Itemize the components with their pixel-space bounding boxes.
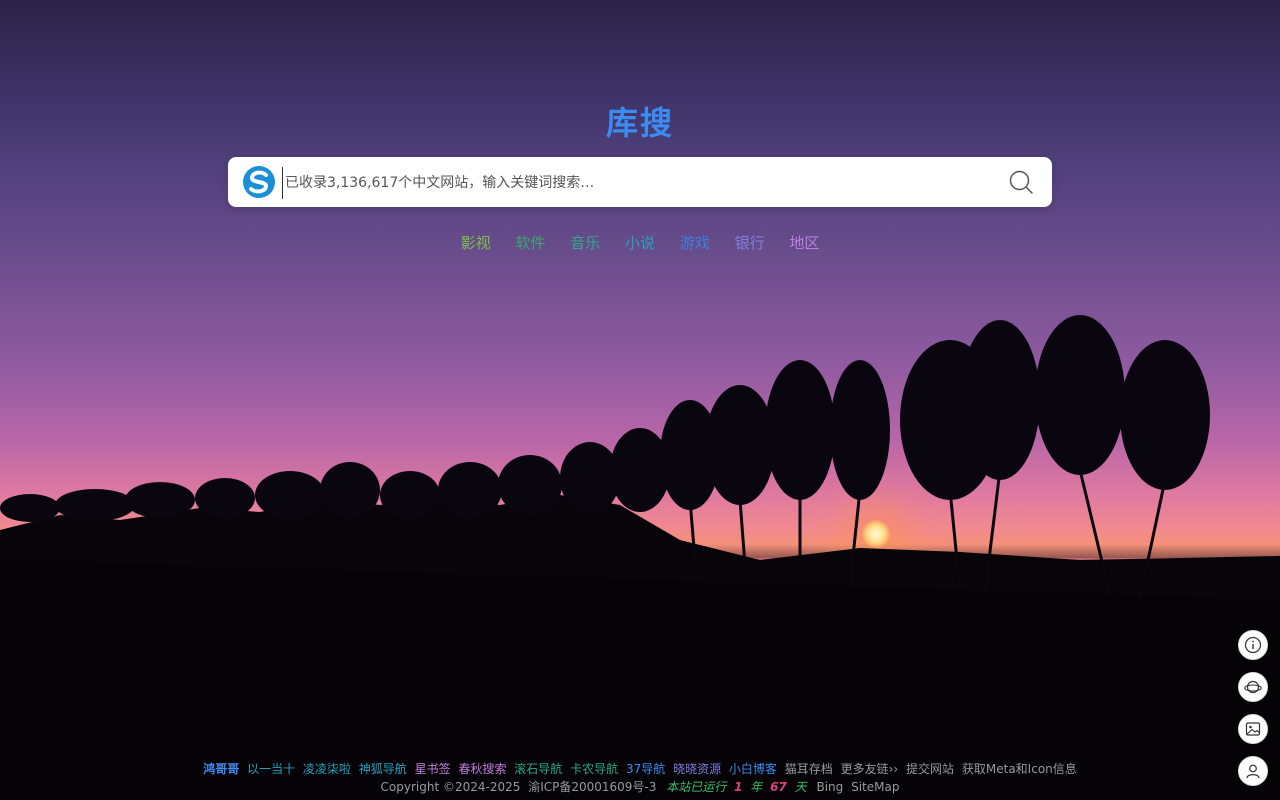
footer-link[interactable]: 鸿哥哥 (203, 762, 239, 776)
footer-link[interactable]: 以一当十 (247, 762, 295, 776)
site-title: 库搜 (605, 104, 674, 142)
runtime-prefix: 本站已运行 (666, 780, 727, 794)
runtime-days: 67 (770, 780, 787, 794)
footer-link[interactable]: 卡农导航 (570, 762, 618, 776)
runtime-year-unit: 年 (750, 780, 763, 794)
search-input[interactable] (282, 167, 987, 199)
footer-link[interactable]: 神狐导航 (359, 762, 407, 776)
footer-link[interactable]: 春秋搜索 (458, 762, 506, 776)
planet-button[interactable] (1238, 672, 1268, 702)
footer-link[interactable]: 滚石导航 (514, 762, 562, 776)
copyright-text: Copyright ©2024-2025 (380, 780, 521, 794)
category-bank[interactable]: 银行 (735, 232, 765, 253)
footer-link[interactable]: 凌凌柒啦 (303, 762, 351, 776)
planet-icon (1244, 680, 1262, 694)
runtime-counter: 本站已运行 1 年 67 天 (664, 780, 808, 794)
category-software[interactable]: 软件 (515, 232, 545, 253)
footer-links: 鸿哥哥 以一当十 凌凌柒啦 神狐导航 星书签 春秋搜索 滚石导航 卡农导航 37… (0, 760, 1280, 777)
category-film[interactable]: 影视 (461, 232, 491, 253)
footer-link-meta[interactable]: 获取Meta和Icon信息 (962, 762, 1077, 776)
footer-link[interactable]: 小白博客 (729, 762, 777, 776)
category-music[interactable]: 音乐 (570, 232, 600, 253)
footer-link[interactable]: 37导航 (626, 762, 665, 776)
category-novel[interactable]: 小说 (625, 232, 655, 253)
search-box (228, 157, 1052, 207)
image-icon (1245, 722, 1261, 736)
site-logo-icon (243, 166, 275, 198)
search-icon[interactable] (1008, 169, 1034, 195)
sitemap-link[interactable]: SiteMap (851, 780, 899, 794)
info-button[interactable] (1238, 630, 1268, 660)
info-icon (1244, 636, 1262, 654)
runtime-day-unit: 天 (794, 780, 807, 794)
icp-link[interactable]: 渝ICP备20001609号-3 (528, 780, 656, 794)
image-button[interactable] (1238, 714, 1268, 744)
category-region[interactable]: 地区 (789, 232, 819, 253)
runtime-years: 1 (734, 780, 743, 794)
footer-link[interactable]: 星书签 (415, 762, 451, 776)
footer-link[interactable]: 晓晓资源 (673, 762, 721, 776)
bing-link[interactable]: Bing (816, 780, 843, 794)
category-nav: 影视 软件 音乐 小说 游戏 银行 地区 (0, 232, 1280, 253)
footer-copyright: Copyright ©2024-2025 渝ICP备20001609号-3 本站… (0, 778, 1280, 795)
footer-link-more[interactable]: 更多友链›› (841, 762, 899, 776)
footer-link-submit[interactable]: 提交网站 (906, 762, 954, 776)
footer-link[interactable]: 猫耳存档 (785, 762, 833, 776)
category-game[interactable]: 游戏 (680, 232, 710, 253)
